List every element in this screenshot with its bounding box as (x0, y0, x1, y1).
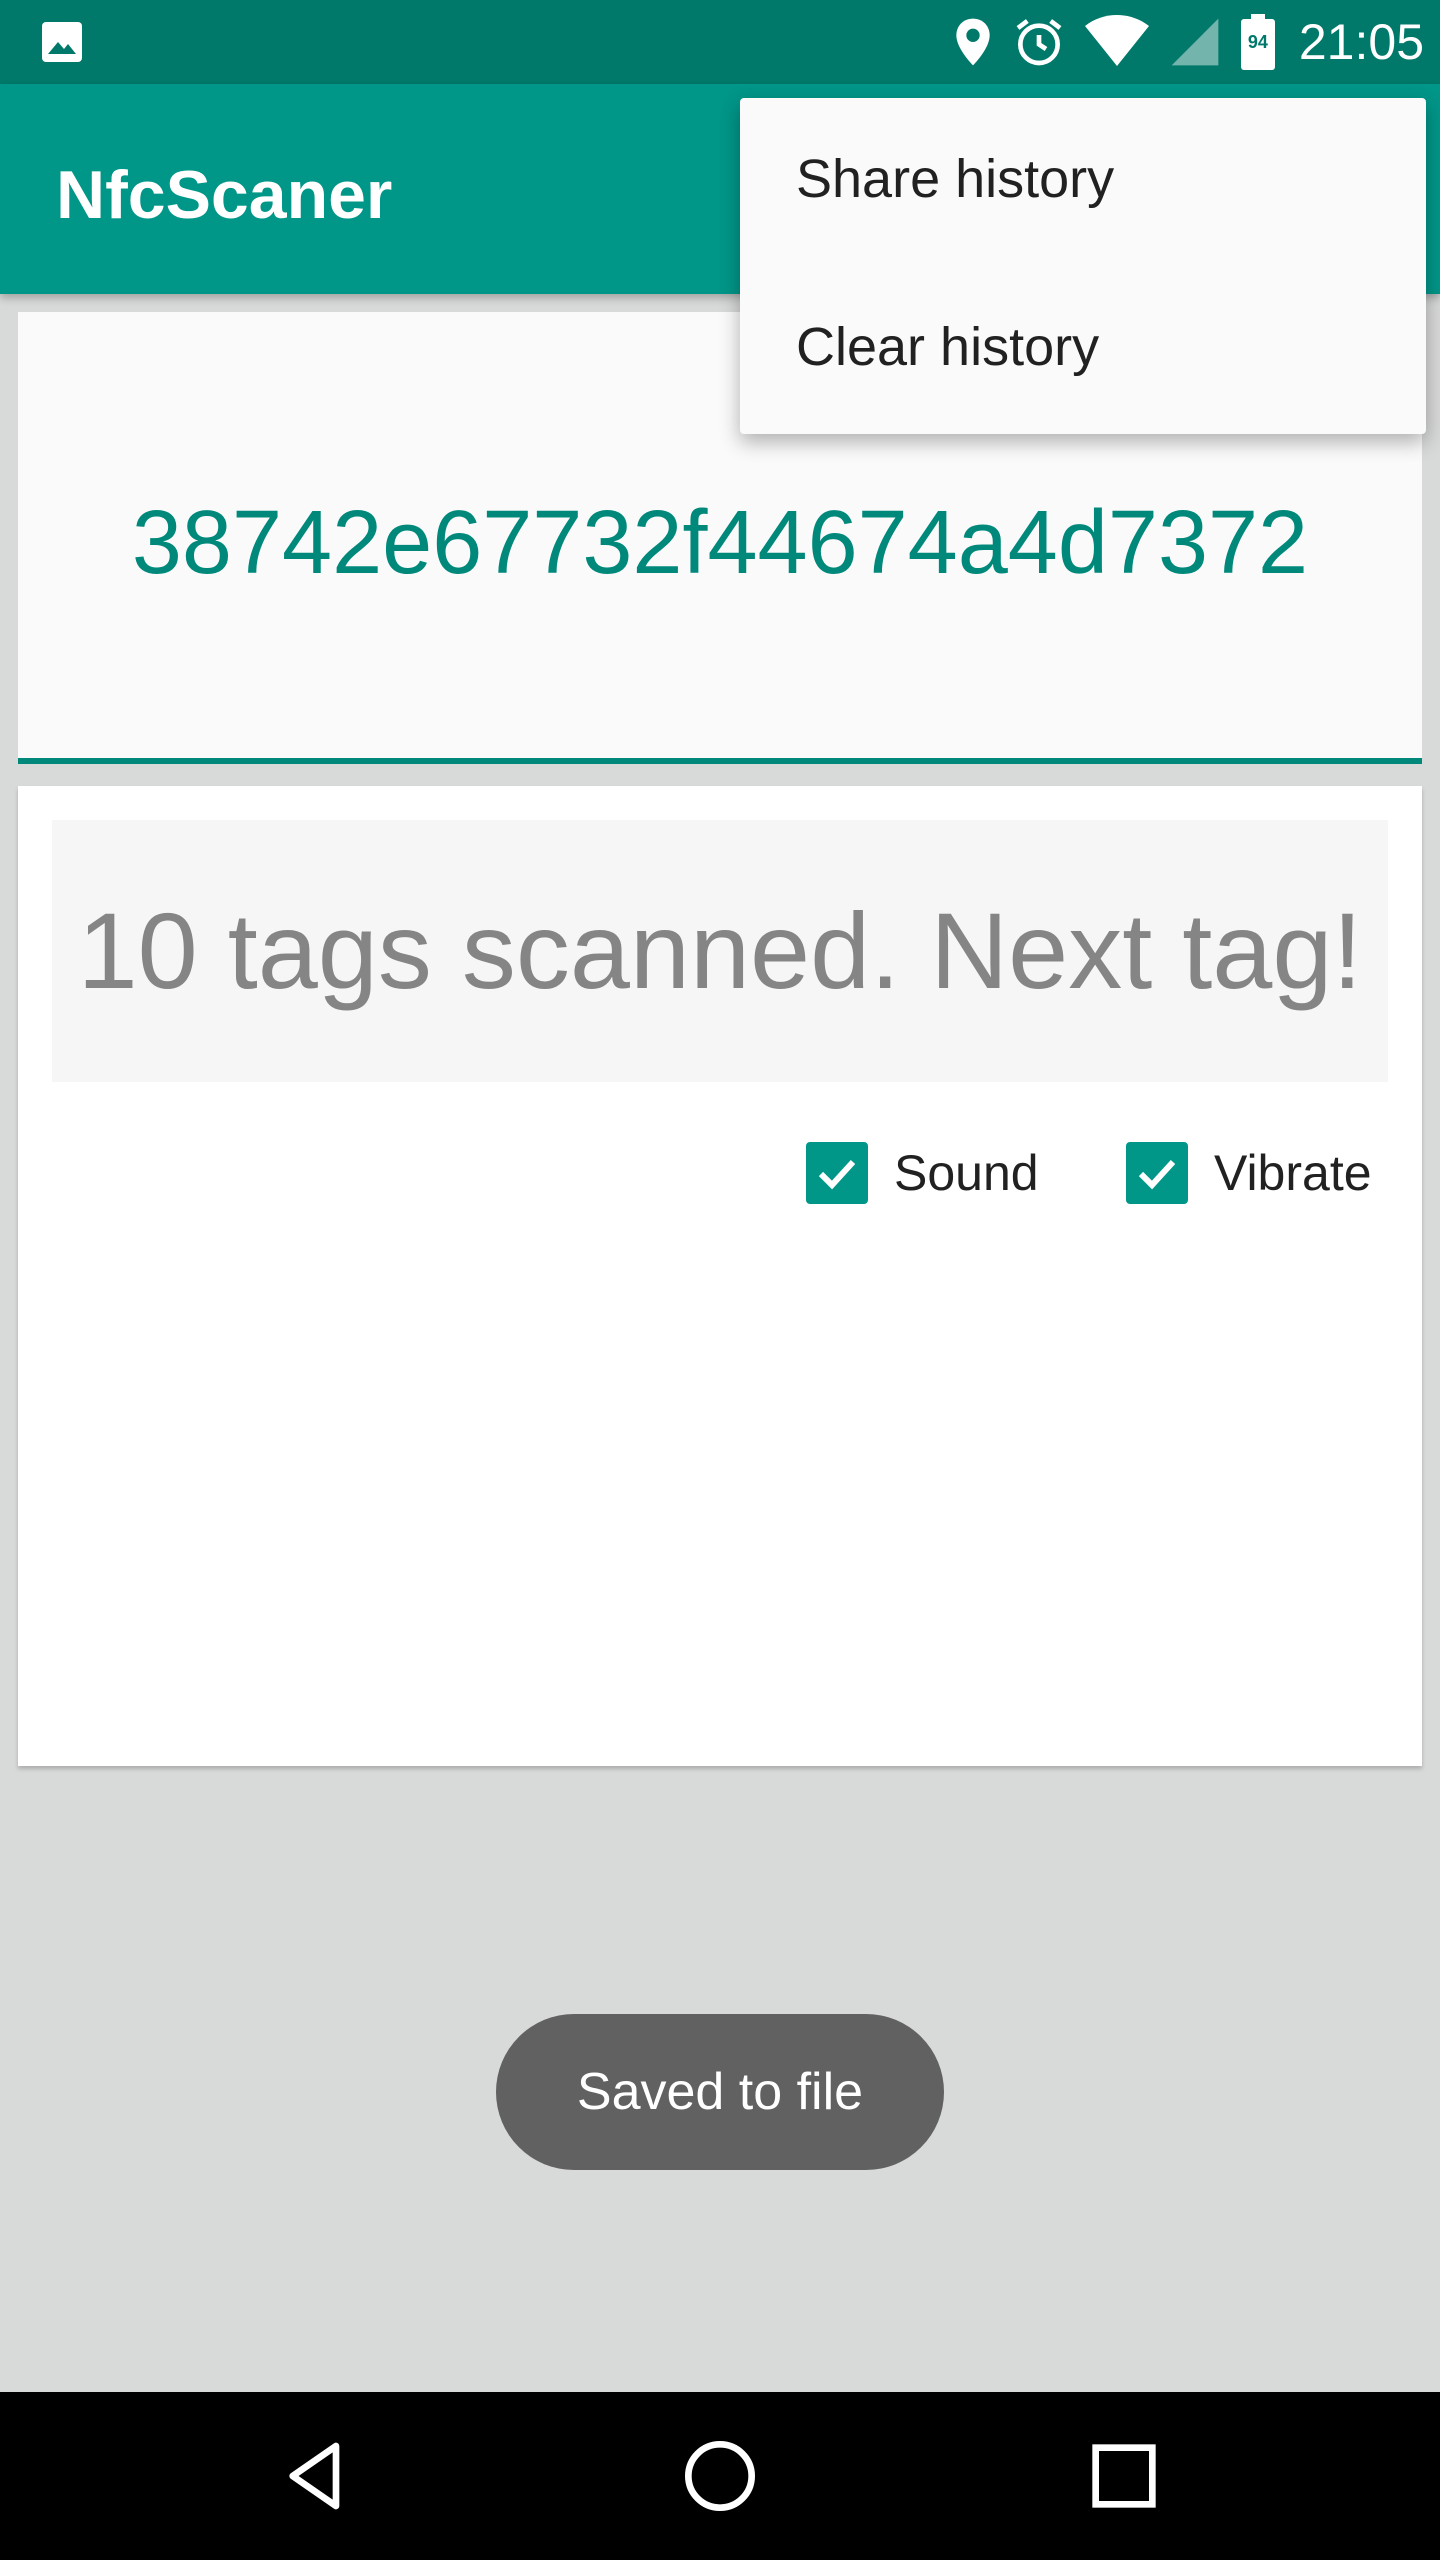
app-title: NfcScaner (56, 157, 393, 233)
scan-status-text: 10 tags scanned. Next tag! (77, 890, 1363, 1011)
alarm-icon (1016, 19, 1062, 66)
home-icon[interactable] (680, 2436, 760, 2516)
clock: 21:05 (1298, 14, 1424, 70)
overflow-menu: Share history Clear history (740, 98, 1426, 434)
scan-status-box: 10 tags scanned. Next tag! (52, 820, 1388, 1082)
location-icon (956, 18, 990, 66)
tag-id: 38742e67732f44674a4d7372 (131, 493, 1309, 593)
menu-item-share-history[interactable]: Share history (740, 98, 1426, 266)
status-bar: 94 21:05 (0, 0, 1440, 84)
sound-label: Sound (894, 1145, 1039, 1201)
vibrate-checkbox[interactable] (1126, 1142, 1188, 1204)
wifi-icon (1084, 15, 1149, 66)
check-icon (818, 1159, 856, 1190)
check-icon (1138, 1159, 1176, 1190)
gallery-icon (42, 22, 82, 62)
vibrate-label: Vibrate (1214, 1145, 1372, 1201)
tag-underline (18, 758, 1422, 764)
recents-icon[interactable] (1084, 2436, 1164, 2516)
menu-item-label: Share history (796, 149, 1115, 209)
back-icon[interactable] (276, 2436, 356, 2516)
sound-option[interactable]: Sound (806, 1142, 1039, 1204)
navigation-bar (0, 2392, 1440, 2560)
sound-checkbox[interactable] (806, 1142, 868, 1204)
toast: Saved to file (496, 2014, 944, 2170)
vibrate-option[interactable]: Vibrate (1126, 1142, 1372, 1204)
signal-icon (1171, 18, 1219, 66)
main-card: 10 tags scanned. Next tag! Sound Vibrate (18, 786, 1422, 1766)
battery-icon: 94 (1240, 14, 1275, 70)
menu-item-label: Clear history (796, 317, 1100, 377)
battery-level: 94 (1247, 32, 1268, 52)
menu-item-clear-history[interactable]: Clear history (740, 266, 1426, 434)
